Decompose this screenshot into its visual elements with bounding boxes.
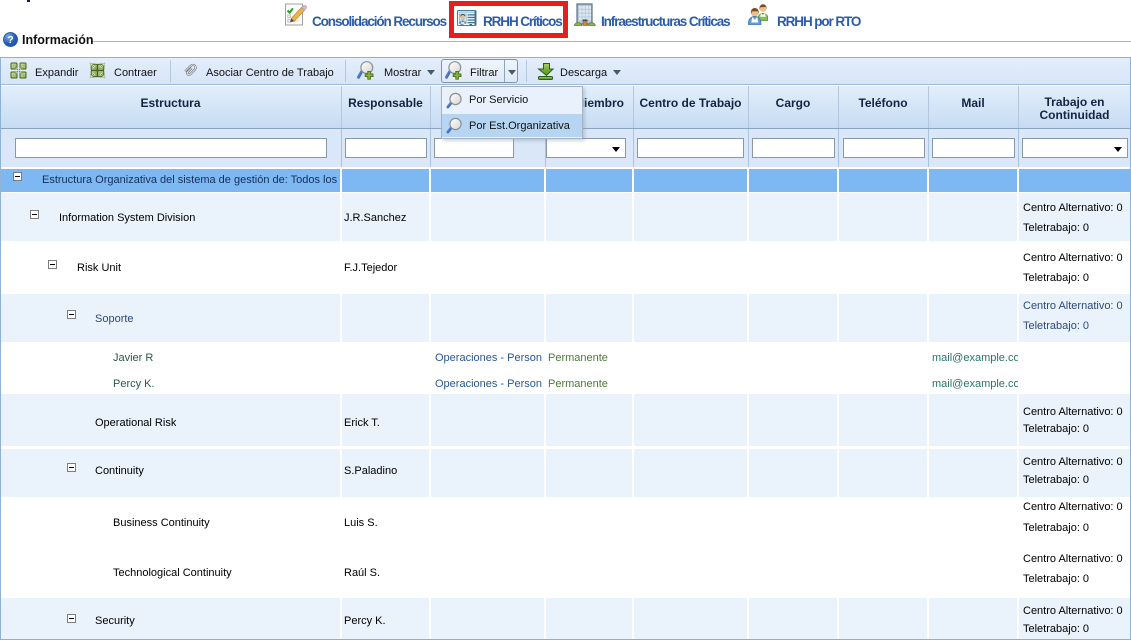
svg-text:?: ?	[7, 35, 13, 46]
